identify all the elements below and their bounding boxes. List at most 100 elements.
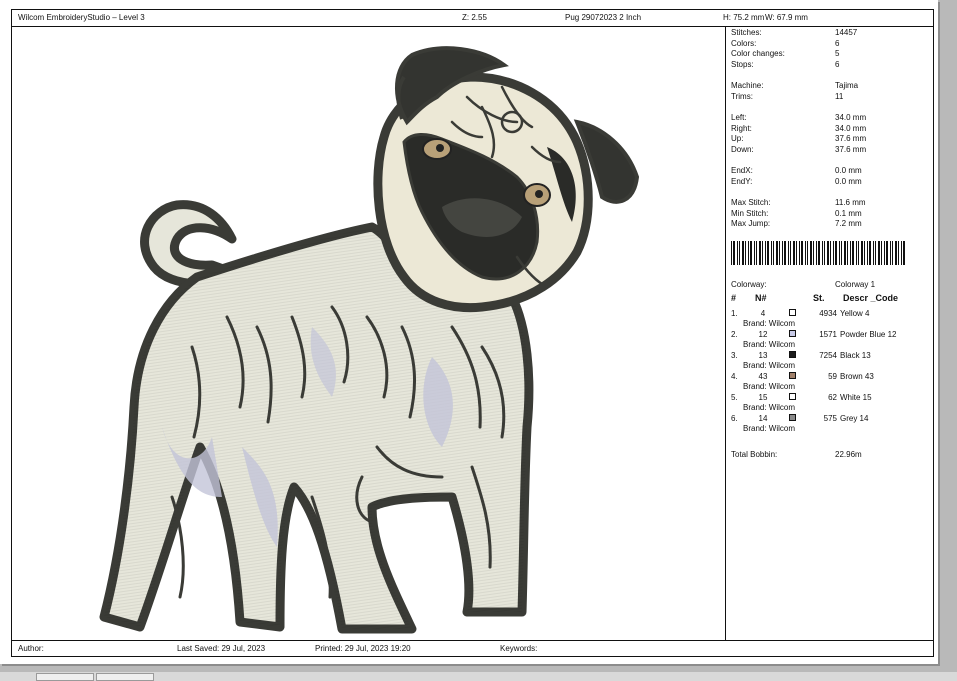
color-description: Powder Blue 12 bbox=[840, 330, 897, 339]
barcode-bar bbox=[847, 241, 848, 265]
barcode-bar bbox=[816, 241, 817, 265]
barcode-bar bbox=[830, 241, 831, 265]
stat-value: 6 bbox=[835, 59, 840, 69]
barcode-bar bbox=[898, 241, 899, 265]
stat-value: 11.6 mm bbox=[835, 198, 866, 207]
barcode-bar bbox=[813, 241, 814, 265]
zoom-level: Z: 2.55 bbox=[462, 13, 487, 22]
barcode-bar bbox=[807, 241, 808, 265]
color-index: 2. bbox=[731, 330, 738, 339]
stat-row: Max Stitch: 11.6 mm bbox=[731, 198, 926, 208]
barcode-bar bbox=[801, 241, 803, 265]
barcode-bar bbox=[796, 241, 797, 265]
barcode-bar bbox=[869, 241, 871, 265]
barcode-bar bbox=[892, 241, 893, 265]
barcode-bar bbox=[864, 241, 865, 265]
stat-label: Min Stitch: bbox=[731, 208, 769, 218]
stat-row: Down: 37.6 mm bbox=[731, 145, 926, 155]
color-swatch bbox=[789, 351, 796, 358]
barcode-bar bbox=[784, 241, 786, 265]
color-brand-row: Brand: Wilcom bbox=[727, 319, 933, 329]
stat-value: 37.6 mm bbox=[835, 134, 867, 143]
barcode-bar bbox=[765, 241, 766, 265]
stat-label: Down: bbox=[731, 144, 754, 154]
color-row: 5. 15 62 White 15 bbox=[727, 393, 933, 403]
stat-label: Trims: bbox=[731, 91, 753, 101]
design-name: Pug 29072023 2 Inch bbox=[565, 13, 642, 22]
color-index: 1. bbox=[731, 309, 738, 318]
barcode-bar bbox=[790, 241, 791, 265]
footer-last-saved: Last Saved: 29 Jul, 2023 bbox=[177, 644, 266, 653]
color-stitches: 1571 bbox=[819, 330, 837, 339]
total-bobbin-value: 22.96m bbox=[835, 450, 862, 459]
color-brand-row: Brand: Wilcom bbox=[727, 340, 933, 350]
barcode-bar bbox=[856, 241, 857, 265]
app-title: Wilcom EmbroideryStudio – Level 3 bbox=[18, 13, 145, 22]
barcode-bar bbox=[884, 241, 885, 265]
barcode-bar bbox=[771, 241, 772, 265]
barcode-bar bbox=[850, 241, 851, 265]
stat-row: Max Jump: 7.2 mm bbox=[731, 219, 926, 229]
stat-value: 11 bbox=[835, 91, 844, 101]
color-brand: Brand: Wilcom bbox=[743, 361, 796, 370]
color-brand: Brand: Wilcom bbox=[743, 340, 796, 349]
stat-label: Right: bbox=[731, 123, 752, 133]
barcode-bar bbox=[861, 241, 863, 265]
pug-head bbox=[373, 46, 640, 313]
stat-row: EndY: 0.0 mm bbox=[731, 177, 926, 187]
barcode-bar bbox=[805, 241, 806, 265]
window-bottom-strip bbox=[0, 672, 957, 681]
color-swatch bbox=[789, 414, 796, 421]
stat-row: Trims: 11 bbox=[731, 92, 926, 102]
colorway-row: Colorway: Colorway 1 bbox=[731, 280, 926, 290]
footer-bar: Author: Last Saved: 29 Jul, 2023 Printed… bbox=[12, 640, 933, 656]
barcode-bar bbox=[890, 241, 891, 265]
stat-row: Left: 34.0 mm bbox=[731, 113, 926, 123]
barcode-bar bbox=[748, 241, 749, 265]
color-description: Yellow 4 bbox=[840, 309, 870, 318]
color-brand: Brand: Wilcom bbox=[743, 403, 796, 412]
barcode-bar bbox=[810, 241, 812, 265]
stat-row: EndX: 0.0 mm bbox=[731, 166, 926, 176]
stat-value: 0.0 mm bbox=[835, 166, 862, 175]
page-frame: Wilcom EmbroideryStudio – Level 3 Z: 2.5… bbox=[11, 9, 934, 657]
barcode-bar bbox=[759, 241, 761, 265]
stat-row: Right: 34.0 mm bbox=[731, 124, 926, 134]
color-number: 4 bbox=[760, 309, 766, 318]
color-swatch bbox=[789, 393, 796, 400]
barcode-bar bbox=[824, 241, 825, 265]
barcode-bar bbox=[895, 241, 897, 265]
stat-label: EndY: bbox=[731, 176, 753, 186]
stat-row: Machine: Tajima bbox=[731, 81, 926, 91]
color-brand: Brand: Wilcom bbox=[743, 382, 796, 391]
barcode-bar bbox=[878, 241, 880, 265]
stat-row: Up: 37.6 mm bbox=[731, 134, 926, 144]
barcode-bar bbox=[773, 241, 774, 265]
right-pupil bbox=[535, 190, 543, 198]
color-row: 1. 4 4934 Yellow 4 bbox=[727, 309, 933, 319]
barcode-bar bbox=[762, 241, 763, 265]
barcode-bar bbox=[841, 241, 842, 265]
design-preview bbox=[12, 27, 726, 640]
barcode-bar bbox=[881, 241, 882, 265]
color-swatch bbox=[789, 309, 796, 316]
barcode-bar bbox=[745, 241, 746, 265]
stat-row: Stitches: 14457 bbox=[731, 28, 926, 38]
stat-value: Tajima bbox=[835, 81, 859, 90]
color-row: 4. 43 59 Brown 43 bbox=[727, 372, 933, 382]
color-swatch bbox=[789, 330, 796, 337]
barcode-bar bbox=[756, 241, 757, 265]
page-tab-1[interactable] bbox=[36, 673, 94, 681]
stat-row: Color changes: 5 bbox=[731, 49, 926, 59]
barcode-bar bbox=[750, 241, 752, 265]
color-stitches: 59 bbox=[828, 372, 837, 381]
footer-keywords: Keywords: bbox=[500, 644, 538, 653]
color-description: White 15 bbox=[840, 393, 872, 402]
page-tab-2[interactable] bbox=[96, 673, 154, 681]
color-number: 14 bbox=[758, 414, 768, 423]
stat-label: EndX: bbox=[731, 166, 753, 175]
color-row: 3. 13 7254 Black 13 bbox=[727, 351, 933, 361]
barcode-bar bbox=[833, 241, 834, 265]
left-pupil bbox=[436, 144, 444, 152]
color-stitches: 62 bbox=[828, 393, 837, 402]
